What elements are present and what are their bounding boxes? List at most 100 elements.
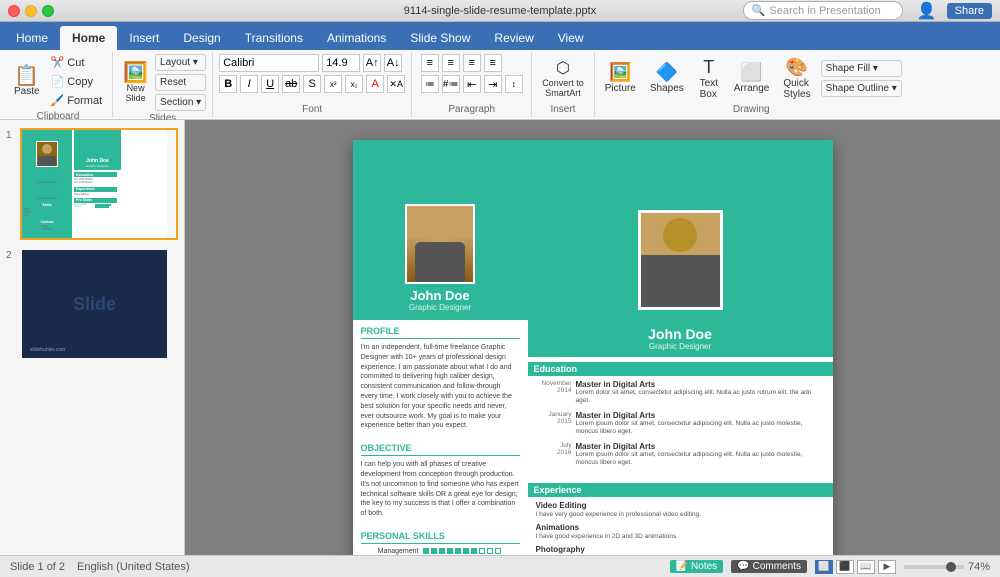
textbox-button[interactable]: T TextBox [694,55,724,102]
exp-photo-text: Taking professional photos is by far one… [536,554,825,555]
person-body [415,242,465,282]
comments-label: Comments [753,561,801,572]
person-title: Graphic Designer [409,303,471,312]
tab-animations[interactable]: Animations [315,26,398,50]
exp-video: Video Editing I have very good experienc… [536,501,825,519]
new-slide-button[interactable]: 🖼️ NewSlide [119,61,152,105]
minimize-button[interactable] [25,5,37,17]
left-profile-section: Profile I'm an independent, full-time fr… [353,320,528,437]
paragraph-group: ≡ ≡ ≡ ≡ ≔ #≔ ⇤ ⇥ ↕ Paragraph [412,52,532,117]
clipboard-group: 📋 Paste ✂️ Cut 📄 Copy 🖌️ Format Clipboar… [4,52,113,117]
exp-anim-title: Animations [536,523,825,532]
search-placeholder: Search in Presentation [769,5,880,17]
italic-button[interactable]: I [240,75,258,93]
tab-transitions[interactable]: Transitions [233,26,315,50]
search-bar[interactable]: 🔍 Search in Presentation [743,1,903,20]
new-slide-icon: 🖼️ [123,63,148,83]
clear-format-button[interactable]: ✕A [387,75,405,93]
underline-button[interactable]: U [261,75,279,93]
bold-button[interactable]: B [219,75,237,93]
align-center-button[interactable]: ≡ [442,54,460,72]
section-button[interactable]: Section ▾ [155,94,206,111]
justify-button[interactable]: ≡ [484,54,502,72]
slide-sorter-button[interactable]: ⬛ [836,560,854,574]
paste-button[interactable]: 📋 Paste [10,64,44,99]
line-spacing-button[interactable]: ↕ [505,75,523,93]
zoom-slider[interactable] [904,565,964,569]
edu-date-1: November2014 [542,380,572,394]
font-color-button[interactable]: A [366,75,384,93]
format-icon: 🖌️ [51,94,65,107]
font-size-input[interactable] [322,54,360,72]
right-profile-photo [638,210,723,310]
language: English (United States) [77,561,190,573]
format-label: Format [67,95,102,107]
exp-anim-text: I have good experience in 2D and 3D anim… [536,532,825,541]
reset-button[interactable]: Reset [155,74,206,91]
layout-button[interactable]: Layout ▾ [155,54,206,71]
ribbon-content: 📋 Paste ✂️ Cut 📄 Copy 🖌️ Format Clipboar… [0,50,1000,120]
convert-smartart-button[interactable]: ⬡ Convert toSmartArt [538,56,588,100]
increase-font-button[interactable]: A↑ [363,54,381,72]
superscript-button[interactable]: x² [324,75,342,93]
edu-entry-1: November2014 Master in Digital Arts Lore… [536,380,825,406]
copy-button[interactable]: 📄 Copy [47,73,107,90]
tab-review[interactable]: Review [482,26,545,50]
comments-icon: 💬 [737,561,749,572]
comments-button[interactable]: 💬 Comments [731,560,807,573]
slide-preview-1[interactable]: Profile Lorem ipsum... Objective Lorem i… [20,128,178,240]
shadow-button[interactable]: S [303,75,321,93]
edu-degree-3: Master in Digital Arts [576,442,825,451]
picture-button[interactable]: 🖼️ Picture [601,60,640,96]
tab-insert[interactable]: Insert [117,26,171,50]
insert-group: ⬡ Convert toSmartArt Insert [532,52,595,117]
main-area: 1 Profile Lorem ipsum... [0,120,1000,555]
slide-preview-2[interactable]: Slide slidehunter.com [20,248,178,360]
quick-styles-button[interactable]: 🎨 QuickStyles [779,55,814,102]
ribbon-tabs: Home Home Insert Design Transitions Anim… [0,22,1000,50]
maximize-button[interactable] [42,5,54,17]
align-left-button[interactable]: ≡ [421,54,439,72]
numbered-list-button[interactable]: #≔ [442,75,460,93]
align-right-button[interactable]: ≡ [463,54,481,72]
indent-decrease-button[interactable]: ⇤ [463,75,481,93]
copy-icon: 📄 [51,75,65,88]
notes-button[interactable]: 📝 Notes [670,560,724,573]
person-head [425,214,455,244]
slideshow-view-button[interactable]: ▶ [878,560,896,574]
indent-increase-button[interactable]: ⇥ [484,75,502,93]
decrease-font-button[interactable]: A↓ [384,54,402,72]
share-button[interactable]: Share [947,3,992,19]
canvas-area[interactable]: John Doe Graphic Designer Profile I'm an… [185,120,1000,555]
bullet-list-button[interactable]: ≔ [421,75,439,93]
slide-thumb-1[interactable]: 1 Profile Lorem ipsum... [6,128,178,240]
tab-view[interactable]: View [546,26,596,50]
slide-thumb-2[interactable]: 2 Slide slidehunter.com [6,248,178,360]
right-name: John Doe [538,326,823,342]
close-button[interactable] [8,5,20,17]
title-bar: 9114-single-slide-resume-template.pptx 🔍… [0,0,1000,22]
shape-fill-button[interactable]: Shape Fill ▾ [821,60,902,77]
tab-design[interactable]: Design [171,26,232,50]
edu-date-3: July2016 [557,442,571,456]
notes-icon: 📝 [676,561,688,572]
insert-label: Insert [550,102,575,115]
shapes-button[interactable]: 🔷 Shapes [646,60,688,96]
tab-home-active[interactable]: Home [60,26,117,50]
strikethrough-button[interactable]: ab [282,75,300,93]
arrange-button[interactable]: ⬜ Arrange [730,60,774,96]
tab-home[interactable]: Home [4,26,60,50]
cut-button[interactable]: ✂️ Cut [47,54,107,71]
reading-view-button[interactable]: 📖 [857,560,875,574]
tab-slideshow[interactable]: Slide Show [398,26,482,50]
format-button[interactable]: 🖌️ Format [47,92,107,109]
font-label: Font [302,102,322,115]
shape-outline-button[interactable]: Shape Outline ▾ [821,80,902,97]
education-heading: Education [528,362,833,376]
right-title: Graphic Designer [538,342,823,351]
skill-dots-management [423,548,501,554]
subscript-button[interactable]: x₂ [345,75,363,93]
right-photo-area [528,140,833,320]
normal-view-button[interactable]: ⬜ [815,560,833,574]
font-family-input[interactable] [219,54,319,72]
